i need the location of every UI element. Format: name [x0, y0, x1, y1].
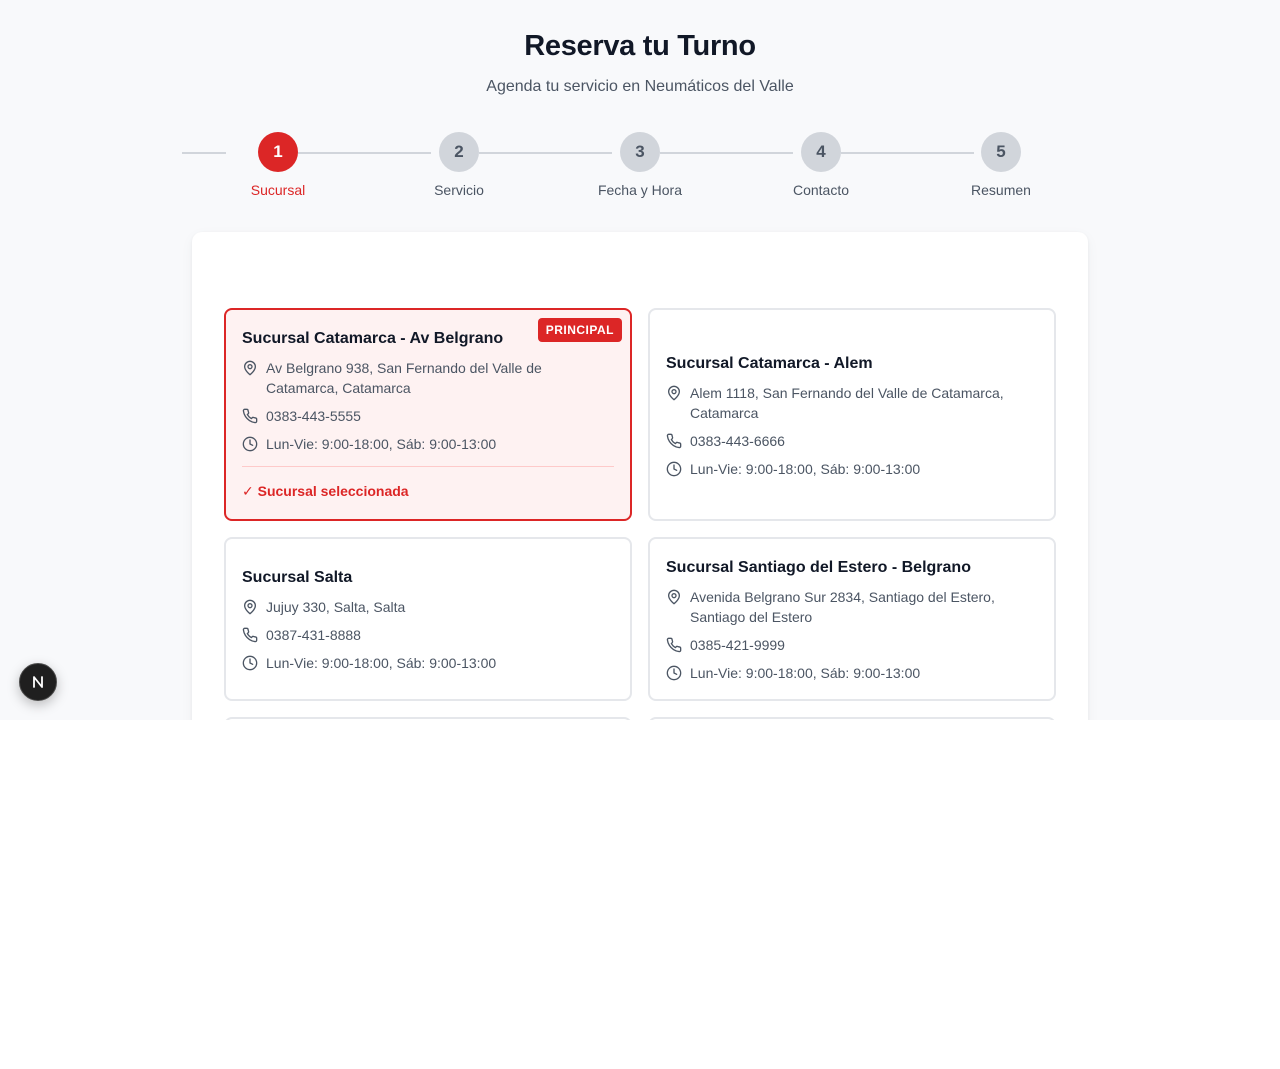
clock-icon [666, 665, 682, 681]
branch-address: Av Belgrano 938, San Fernando del Valle … [242, 358, 614, 398]
step-fecha-hora[interactable]: 3 Fecha y Hora [544, 132, 793, 198]
branch-address-text: Avenida Belgrano Sur 2834, Santiago del … [690, 589, 995, 625]
branch-hours-text: Lun-Vie: 9:00-18:00, Sáb: 9:00-13:00 [690, 461, 921, 477]
branch-hours-text: Lun-Vie: 9:00-18:00, Sáb: 9:00-13:00 [266, 655, 497, 671]
step-number: 1 [258, 132, 298, 172]
step-connector [182, 152, 226, 154]
map-pin-icon [666, 385, 682, 401]
step-connector [544, 152, 588, 154]
phone-icon [666, 637, 682, 653]
step-servicio[interactable]: 2 Servicio [363, 132, 612, 198]
branch-name: Sucursal Santiago del Estero - Belgrano [666, 559, 971, 576]
clock-icon [242, 655, 258, 671]
branch-address-text: Av Belgrano 938, San Fernando del Valle … [266, 360, 542, 396]
branch-hours-text: Lun-Vie: 9:00-18:00, Sáb: 9:00-13:00 [266, 436, 497, 452]
branch-card-santiago-belgrano[interactable]: Sucursal Santiago del Estero - Belgrano … [648, 537, 1056, 701]
clock-icon [666, 461, 682, 477]
branch-card-partial[interactable] [648, 717, 1056, 720]
branch-phone: 0383-443-6666 [666, 431, 1038, 451]
branch-address-text: Alem 1118, San Fernando del Valle de Cat… [690, 385, 1004, 421]
branch-name: Sucursal Salta [242, 569, 353, 586]
step-label: Resumen [971, 182, 1031, 198]
branch-phone-text: 0385-421-9999 [690, 637, 785, 653]
nextjs-logo-icon [33, 676, 43, 688]
map-pin-icon [242, 599, 258, 615]
step-label: Contacto [792, 182, 850, 198]
card-divider [242, 466, 614, 467]
page-title: Reserva tu Turno [524, 30, 756, 62]
branch-phone: 0387-431-8888 [242, 625, 614, 645]
step-number: 5 [981, 132, 1021, 172]
branch-hours-text: Lun-Vie: 9:00-18:00, Sáb: 9:00-13:00 [690, 665, 921, 681]
step-resumen[interactable]: 5 Resumen [931, 132, 1071, 198]
branch-card-salta[interactable]: Sucursal Salta Jujuy 330, Salta, Salta 0… [224, 537, 632, 701]
step-connector [363, 152, 407, 154]
progress-stepper: 1 Sucursal 2 Servicio 3 Fecha y Hora 4 C… [0, 132, 1280, 202]
branch-card-catamarca-belgrano[interactable]: PRINCIPAL Sucursal Catamarca - Av Belgra… [224, 308, 632, 521]
branch-card-partial[interactable] [224, 717, 632, 720]
branch-phone-text: 0383-443-5555 [266, 408, 361, 424]
nextjs-logo-icon[interactable] [19, 663, 57, 701]
branch-address-text: Jujuy 330, Salta, Salta [266, 599, 406, 615]
branch-phone: 0385-421-9999 [666, 635, 1038, 655]
phone-icon [666, 433, 682, 449]
branch-address: Avenida Belgrano Sur 2834, Santiago del … [666, 587, 1038, 627]
step-contacto[interactable]: 4 Contacto [725, 132, 974, 198]
branch-hours: Lun-Vie: 9:00-18:00, Sáb: 9:00-13:00 [242, 434, 614, 454]
branch-phone-text: 0387-431-8888 [266, 627, 361, 643]
step-label: Sucursal [250, 182, 306, 198]
step-label: Servicio [434, 182, 484, 198]
page-subtitle: Agenda tu servicio en Neumáticos del Val… [486, 78, 794, 95]
step-number: 2 [439, 132, 479, 172]
branch-address: Jujuy 330, Salta, Salta [242, 597, 614, 617]
app-viewport: Reserva tu Turno Agenda tu servicio en N… [0, 0, 1280, 720]
selected-indicator: ✓ Sucursal seleccionada [242, 483, 409, 499]
principal-badge: PRINCIPAL [537, 318, 622, 342]
step-connector [725, 152, 769, 154]
phone-icon [242, 408, 258, 424]
step-number: 3 [620, 132, 660, 172]
branch-phone: 0383-443-5555 [242, 406, 614, 426]
branch-card-catamarca-alem[interactable]: Sucursal Catamarca - Alem Alem 1118, San… [648, 308, 1056, 521]
branch-hours: Lun-Vie: 9:00-18:00, Sáb: 9:00-13:00 [666, 663, 1038, 683]
step-sucursal[interactable]: 1 Sucursal [182, 132, 431, 198]
branch-selection-panel: PRINCIPAL Sucursal Catamarca - Av Belgra… [192, 232, 1088, 720]
step-number: 4 [801, 132, 841, 172]
map-pin-icon [242, 360, 258, 376]
phone-icon [242, 627, 258, 643]
branch-phone-text: 0383-443-6666 [690, 433, 785, 449]
branch-hours: Lun-Vie: 9:00-18:00, Sáb: 9:00-13:00 [242, 653, 614, 673]
branch-address: Alem 1118, San Fernando del Valle de Cat… [666, 383, 1038, 423]
clock-icon [242, 436, 258, 452]
step-label: Fecha y Hora [597, 182, 683, 198]
branch-hours: Lun-Vie: 9:00-18:00, Sáb: 9:00-13:00 [666, 459, 1038, 479]
branch-name: Sucursal Catamarca - Alem [666, 355, 873, 372]
map-pin-icon [666, 589, 682, 605]
